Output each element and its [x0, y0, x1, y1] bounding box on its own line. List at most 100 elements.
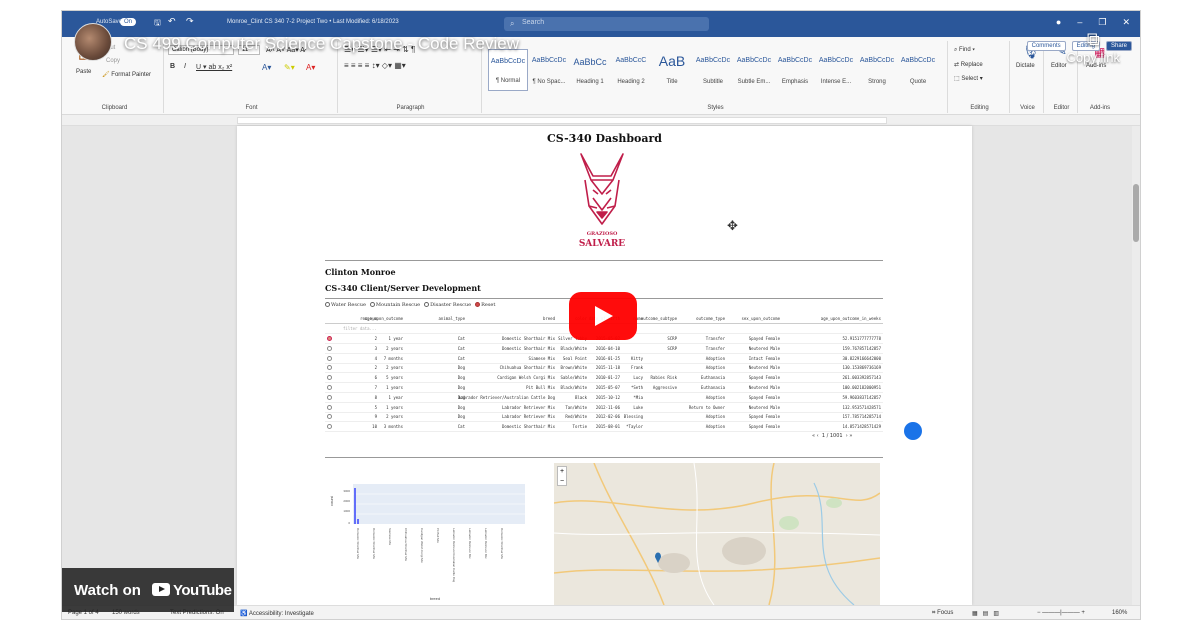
radio-mountain-rescue[interactable]: Mountain Rescue: [369, 302, 420, 308]
table-header-cell[interactable]: outcome_subtype: [641, 316, 677, 321]
play-button[interactable]: [569, 292, 637, 340]
text-effects-icon[interactable]: A▾: [262, 63, 271, 72]
table-header-cell[interactable]: animal_type: [439, 316, 466, 321]
table-header-cell[interactable]: sex_upon_outcome: [741, 316, 780, 321]
style-9[interactable]: AaBbCcDc Strong: [857, 49, 897, 91]
editor-button[interactable]: Editor: [1051, 63, 1067, 69]
zoom-level[interactable]: 160%: [1112, 610, 1127, 616]
scrollbar-thumb[interactable]: [1133, 184, 1139, 242]
minimize-icon[interactable]: –: [1077, 17, 1082, 28]
table-row[interactable]: 6 5 years Dog Cardigan Welsh Corgi Mix Sable…: [325, 373, 883, 384]
table-cell: Cardigan Welsh Corgi Mix: [497, 375, 555, 381]
format-painter-button[interactable]: 🖌 Format Painter: [102, 71, 151, 78]
search-box[interactable]: ⌕ Search: [504, 17, 709, 31]
youtube-logo-icon: [152, 583, 170, 596]
paste-button[interactable]: Paste: [76, 69, 91, 75]
row-radio[interactable]: [327, 424, 332, 430]
row-radio[interactable]: [327, 404, 332, 410]
table-row[interactable]: 7 1 years Dog Pit Bull Mix Black/White 2015-0…: [325, 383, 883, 393]
highlight-icon[interactable]: ✎▾: [284, 63, 295, 72]
tick-label: 3000: [343, 489, 350, 493]
row-radio[interactable]: [327, 394, 332, 400]
table-cell: 2015-10-12: [595, 394, 620, 400]
font-color-icon[interactable]: A▾: [306, 63, 315, 72]
close-icon[interactable]: ✕: [1122, 17, 1130, 28]
profile-icon[interactable]: ●: [1056, 17, 1061, 28]
table-header-cell[interactable]: age_upon_outcome_in_weeks: [821, 316, 881, 321]
focus-button[interactable]: ⌗ Focus: [932, 610, 953, 617]
search-placeholder: Search: [522, 19, 545, 26]
style-1[interactable]: AaBbCcDc ¶ No Spac...: [529, 49, 569, 91]
select-button[interactable]: ⬚ Select ▾: [954, 75, 983, 82]
table-pager[interactable]: « ‹ 1 / 1001 › »: [812, 433, 852, 439]
alignment-buttons[interactable]: ≡ ≡ ≡ ≡ ↕▾ ◇▾ ▦▾: [344, 61, 406, 70]
ruler-track[interactable]: [237, 117, 887, 124]
table-cell: Labrador Retriever Mix: [502, 404, 555, 410]
document-page[interactable]: CS-340 Dashboard GRAZIOSO SALVARE Clinto…: [237, 126, 972, 605]
row-radio[interactable]: [327, 336, 332, 341]
style-7[interactable]: AaBbCcDc Emphasis: [775, 49, 815, 91]
table-header-cell[interactable]: outcome_type: [696, 316, 725, 321]
style-10[interactable]: AaBbCcDc Quote: [898, 49, 938, 91]
replace-button[interactable]: ⇄ Replace: [954, 61, 983, 68]
radio-water-rescue[interactable]: Water Rescue: [325, 302, 366, 308]
video-title[interactable]: CS 499 Computer Science Capstone - Code …: [124, 34, 519, 54]
radio-reset[interactable]: Reset: [475, 302, 495, 308]
row-radio[interactable]: [327, 385, 332, 390]
table-row[interactable]: 10 3 months Cat Domestic Shorthair Mix Torti…: [325, 422, 883, 433]
undo-icon[interactable]: ↶: [168, 16, 176, 27]
autosave-toggle[interactable]: On: [120, 18, 137, 26]
table-row[interactable]: 4 7 months Cat Siamese Mix Seal Point 2016-01…: [325, 354, 883, 364]
row-radio[interactable]: [327, 375, 332, 381]
vertical-scrollbar[interactable]: [1132, 126, 1140, 605]
table-cell: 2015-11-18: [595, 365, 620, 371]
style-0[interactable]: AaBbCcDc ¶ Normal: [488, 49, 528, 91]
row-radio[interactable]: [327, 414, 332, 420]
table-header-cell[interactable]: age_upon_outcome: [364, 316, 403, 321]
table-cell: Spayed Female: [748, 394, 780, 400]
bold-button[interactable]: B: [170, 63, 175, 70]
find-button[interactable]: ⌕ Find ▾: [954, 47, 975, 54]
style-2[interactable]: AaBbCc Heading 1: [570, 49, 610, 91]
italic-button[interactable]: I: [184, 63, 186, 70]
code-embed-icon[interactable]: [904, 422, 922, 440]
style-6[interactable]: AaBbCcDc Subtle Em...: [734, 49, 774, 91]
zoom-controls[interactable]: + −: [557, 466, 567, 486]
redo-icon[interactable]: ↷: [186, 16, 194, 27]
table-row[interactable]: 2 2 years Dog Chihuahua Shorthair Mix Brown/…: [325, 363, 883, 374]
save-icon[interactable]: 🖫: [154, 17, 161, 31]
row-radio[interactable]: [327, 345, 332, 351]
style-preview: AaBbCcDc: [490, 58, 526, 65]
table-cell: Transfer: [705, 345, 725, 351]
document-title[interactable]: Monroe_Clint CS 340 7-2 Project Two • La…: [227, 19, 399, 25]
zoom-slider[interactable]: − ———|——— +: [1037, 610, 1085, 616]
table-cell: 14.8571428571429: [842, 424, 881, 430]
dictate-button[interactable]: Dictate: [1016, 63, 1035, 69]
view-buttons[interactable]: ▦ ▤ ▥: [972, 610, 999, 617]
comments-button[interactable]: Comments: [1026, 41, 1066, 51]
style-8[interactable]: AaBbCcDc Intense E...: [816, 49, 856, 91]
restore-icon[interactable]: ❐: [1098, 17, 1106, 28]
style-4[interactable]: AaB Title: [652, 49, 692, 91]
document-workspace: CS-340 Dashboard GRAZIOSO SALVARE Clinto…: [62, 126, 1134, 619]
copy-link-button[interactable]: ⧉ Copy link: [1067, 29, 1120, 65]
row-radio[interactable]: [327, 355, 332, 361]
channel-avatar[interactable]: [74, 23, 112, 61]
table-row[interactable]: 5 1 years Dog Labrador Retriever Mix Tan/Whi…: [325, 403, 883, 413]
style-5[interactable]: AaBbCcDc Subtitle: [693, 49, 733, 91]
table-filter-input[interactable]: filter data...: [343, 326, 377, 331]
watch-on-youtube-button[interactable]: Watch on YouTube: [62, 568, 234, 612]
copy-button[interactable]: Copy: [106, 58, 120, 64]
radio-disaster-rescue[interactable]: Disaster Rescue: [424, 302, 471, 308]
table-cell: 2016-01-25: [595, 355, 620, 361]
accessibility-status[interactable]: ♿ Accessibility: Investigate: [240, 610, 314, 617]
table-header-cell[interactable]: breed: [543, 316, 555, 321]
table-cell: *Mia: [633, 394, 643, 400]
table-row[interactable]: 3 2 years Cat Domestic Shorthair Mix Black/W…: [325, 344, 883, 354]
style-3[interactable]: AaBbCcC Heading 2: [611, 49, 651, 91]
row-radio[interactable]: [327, 365, 332, 371]
table-row[interactable]: 81 year Dog Labrador Retriever/Australian …: [325, 393, 883, 403]
table-row[interactable]: 9 2 years Dog Labrador Retriever Mix Red/Whi…: [325, 412, 883, 423]
underline-button[interactable]: U ▾ ab x₂ x²: [196, 63, 232, 71]
location-map[interactable]: + −: [554, 463, 880, 605]
